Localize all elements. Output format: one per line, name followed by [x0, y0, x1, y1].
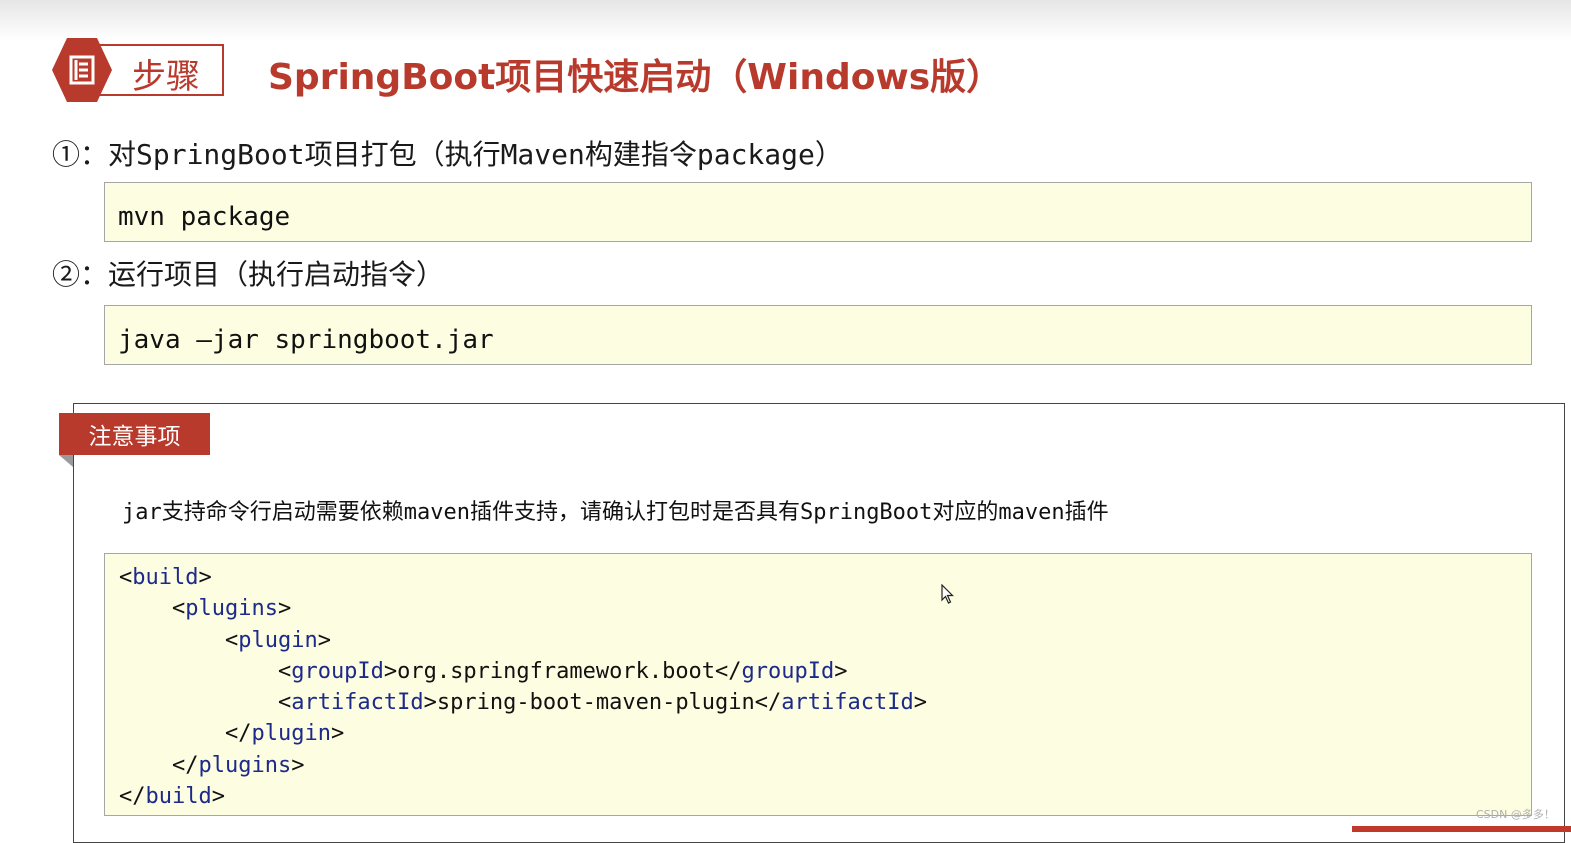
xml-text: >: [291, 752, 305, 778]
page-title: SpringBoot项目快速启动（Windows版）: [268, 57, 1003, 98]
step-1-label: ①：对SpringBoot项目打包（执行Maven构建指令package）: [52, 138, 843, 171]
xml-text: >: [198, 565, 212, 590]
code-line: <groupId>org.springframework.boot</group…: [105, 656, 1531, 687]
document-list-icon: [52, 38, 112, 102]
xml-tag-name: plugins: [198, 752, 292, 778]
xml-text: >: [913, 690, 927, 716]
notes-text: jar支持命令行启动需要依赖maven插件支持，请确认打包时是否具有Spring…: [122, 500, 1109, 525]
xml-tag-name: build: [145, 784, 212, 810]
bottom-strip: [1352, 826, 1571, 832]
code-line: <artifactId>spring-boot-maven-plugin</ar…: [105, 687, 1531, 718]
code-line: <plugin>: [105, 625, 1531, 656]
step-1-command-box: mvn package: [104, 182, 1532, 242]
watermark: CSDN @多多！: [1476, 808, 1555, 821]
notes-tab-fold: [59, 455, 73, 467]
xml-text: <: [119, 565, 133, 590]
xml-text: <: [277, 658, 292, 684]
code-line: </plugin>: [105, 718, 1531, 749]
xml-tag-name: groupId: [741, 658, 835, 684]
xml-text: <: [171, 596, 186, 622]
xml-code-block: <build> <plugins> <plugin> <groupId>org.…: [104, 553, 1532, 816]
code-line: </plugins>: [105, 750, 1531, 781]
xml-text: >: [330, 721, 345, 747]
code-line: </build>: [105, 781, 1531, 812]
xml-text: </: [171, 752, 199, 778]
xml-text: >spring-boot-maven-plugin</: [423, 690, 782, 716]
xml-text: </: [119, 784, 146, 810]
xml-text: <: [224, 627, 239, 653]
xml-tag-name: artifactId: [781, 690, 914, 716]
xml-tag-name: build: [132, 565, 199, 590]
xml-text: >org.springframework.boot</: [383, 658, 742, 684]
xml-tag-name: groupId: [291, 658, 384, 684]
step-2-command-box: java –jar springboot.jar: [104, 305, 1532, 365]
xml-tag-name: plugin: [238, 627, 318, 653]
xml-tag-name: plugins: [185, 596, 278, 622]
xml-text: >: [834, 658, 848, 684]
mouse-pointer-icon: [941, 584, 954, 604]
xml-text: >: [211, 784, 225, 810]
code-line: <plugins>: [105, 593, 1531, 624]
xml-text: </: [224, 721, 252, 747]
top-shade: [0, 0, 1571, 40]
xml-text: >: [317, 627, 331, 653]
step-2-label: ②：运行项目（执行启动指令）: [52, 258, 445, 291]
step-badge-label: 步骤: [132, 57, 200, 97]
xml-text: <: [277, 690, 292, 716]
xml-tag-name: plugin: [251, 721, 331, 747]
xml-text: >: [277, 596, 292, 622]
notes-tab: 注意事项: [59, 413, 210, 455]
code-line: <build>: [105, 562, 1531, 593]
xml-tag-name: artifactId: [291, 690, 424, 716]
